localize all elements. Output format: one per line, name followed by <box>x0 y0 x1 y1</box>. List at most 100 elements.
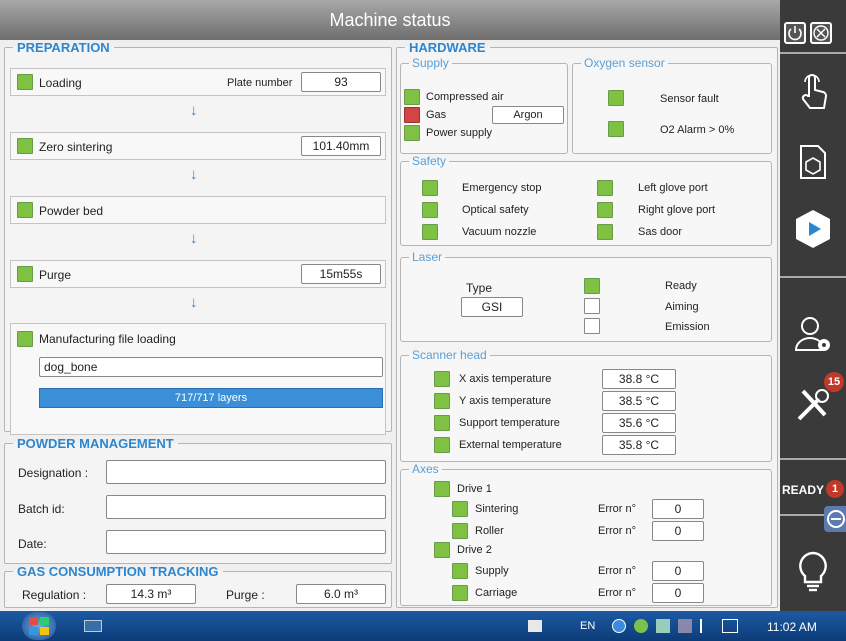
part-button[interactable] <box>780 130 846 194</box>
gas-purge-label: Purge : <box>226 588 265 602</box>
hand-pointer-icon <box>801 74 827 109</box>
gas-indicator <box>404 107 420 123</box>
external-temp-label: External temperature <box>459 439 562 451</box>
laser-type-label: Type <box>466 281 493 295</box>
touch-button[interactable] <box>780 58 846 126</box>
safety-group: Safety <box>400 154 772 246</box>
safety-legend: Safety <box>412 154 447 168</box>
sidebar-divider <box>780 276 846 278</box>
maintenance-badge: 15 <box>824 372 844 392</box>
supply-axis-label: Supply <box>475 565 509 577</box>
help-button[interactable] <box>780 540 846 604</box>
document-cube-icon <box>800 145 826 179</box>
pen-input-icon[interactable] <box>528 620 542 632</box>
user-settings-button[interactable] <box>780 300 846 366</box>
y-axis-temp-value: 38.5 °C <box>602 391 676 411</box>
title-bar: Machine status <box>0 0 780 40</box>
window-title: Machine status <box>329 10 451 30</box>
sintering-indicator <box>452 501 468 517</box>
powder-management-legend: POWDER MANAGEMENT <box>17 436 174 451</box>
laser-aiming-indicator <box>584 298 600 314</box>
gas-type-field: Argon <box>492 106 564 124</box>
roller-label: Roller <box>475 525 504 537</box>
regulation-value: 14.3 m³ <box>106 584 196 604</box>
network-icon[interactable] <box>612 619 626 633</box>
drive1-label: Drive 1 <box>457 483 492 495</box>
power-icon <box>788 26 802 41</box>
hardware-legend: HARDWARE <box>409 40 486 55</box>
layers-progress-bar: 717/717 layers <box>39 388 383 408</box>
oxygen-sensor-legend: Oxygen sensor <box>584 56 665 70</box>
y-axis-temp-indicator <box>434 393 450 409</box>
taskbar: EN 11:02 AM <box>0 611 846 641</box>
powder-bed-label: Powder bed <box>39 204 104 218</box>
build-button[interactable] <box>780 196 846 262</box>
sidebar-divider <box>780 52 846 54</box>
powder-bed-status-indicator <box>17 202 33 218</box>
purge-status-indicator <box>17 266 33 282</box>
designation-label: Designation : <box>18 466 89 480</box>
carriage-error-value: 0 <box>652 583 704 603</box>
step-arrow-icon: ↓ <box>190 102 198 119</box>
manufacturing-file-field[interactable]: dog_bone <box>39 357 383 377</box>
step-arrow-icon: ↓ <box>190 294 198 311</box>
windows-logo-icon <box>29 617 49 635</box>
external-temp-indicator <box>434 437 450 453</box>
laser-emission-indicator <box>584 318 600 334</box>
vacuum-nozzle-label: Vacuum nozzle <box>462 226 537 238</box>
carriage-label: Carriage <box>475 587 518 599</box>
sync-icon[interactable] <box>634 619 648 633</box>
designation-field[interactable] <box>106 460 386 484</box>
optical-safety-indicator <box>422 202 438 218</box>
clock[interactable]: 11:02 AM <box>767 620 817 634</box>
left-glove-port-indicator <box>597 180 613 196</box>
zero-sintering-field[interactable]: 101.40mm <box>301 136 381 156</box>
close-button[interactable] <box>810 22 832 44</box>
gas-label: Gas <box>426 109 447 121</box>
step-arrow-icon: ↓ <box>190 166 198 183</box>
left-glove-port-label: Left glove port <box>638 182 708 194</box>
language-indicator[interactable]: EN <box>580 620 595 632</box>
ready-status: READY <box>782 480 824 500</box>
drive2-label: Drive 2 <box>457 544 492 556</box>
support-temp-indicator <box>434 415 450 431</box>
manufacturing-row: Manufacturing file loading dog_bone 717/… <box>10 323 386 435</box>
external-temp-value: 35.8 °C <box>602 435 676 455</box>
action-center-flag-icon[interactable] <box>700 619 712 633</box>
supply-group: Supply <box>400 56 568 154</box>
sintering-label: Sintering <box>475 503 519 515</box>
keyboard-icon[interactable] <box>84 620 102 632</box>
plate-number-label: Plate number <box>227 77 293 89</box>
plate-number-field[interactable]: 93 <box>301 72 381 92</box>
start-button[interactable] <box>22 612 56 640</box>
carriage-indicator <box>452 585 468 601</box>
power-supply-indicator <box>404 125 420 141</box>
loading-status-indicator <box>17 74 33 90</box>
gas-consumption-legend: GAS CONSUMPTION TRACKING <box>17 564 219 579</box>
drive1-indicator <box>434 481 450 497</box>
supply-axis-indicator <box>452 563 468 579</box>
zero-sintering-row: Zero sintering 101.40mm <box>10 132 386 160</box>
purge-time-field[interactable]: 15m55s <box>301 264 381 284</box>
batch-id-field[interactable] <box>106 495 386 519</box>
device-icon[interactable] <box>656 619 670 633</box>
compressed-air-indicator <box>404 89 420 105</box>
batch-id-label: Batch id: <box>18 502 65 516</box>
collapse-toggle[interactable] <box>824 506 846 532</box>
y-axis-temp-label: Y axis temperature <box>459 395 552 407</box>
date-field[interactable] <box>106 530 386 554</box>
laser-emission-label: Emission <box>665 321 710 333</box>
battery-icon[interactable] <box>722 619 738 633</box>
right-sidebar: 15 READY 1 <box>780 0 846 611</box>
layers-progress-text: 717/717 layers <box>174 392 248 404</box>
manufacturing-status-indicator <box>17 331 33 347</box>
right-glove-port-indicator <box>597 202 613 218</box>
drive2-indicator <box>434 542 450 558</box>
axes-legend: Axes <box>412 462 439 476</box>
ready-badge: 1 <box>826 480 844 498</box>
support-temp-label: Support temperature <box>459 417 560 429</box>
zero-sintering-status-indicator <box>17 138 33 154</box>
vacuum-nozzle-indicator <box>422 224 438 240</box>
power-button[interactable] <box>784 22 806 44</box>
display-icon[interactable] <box>678 619 692 633</box>
